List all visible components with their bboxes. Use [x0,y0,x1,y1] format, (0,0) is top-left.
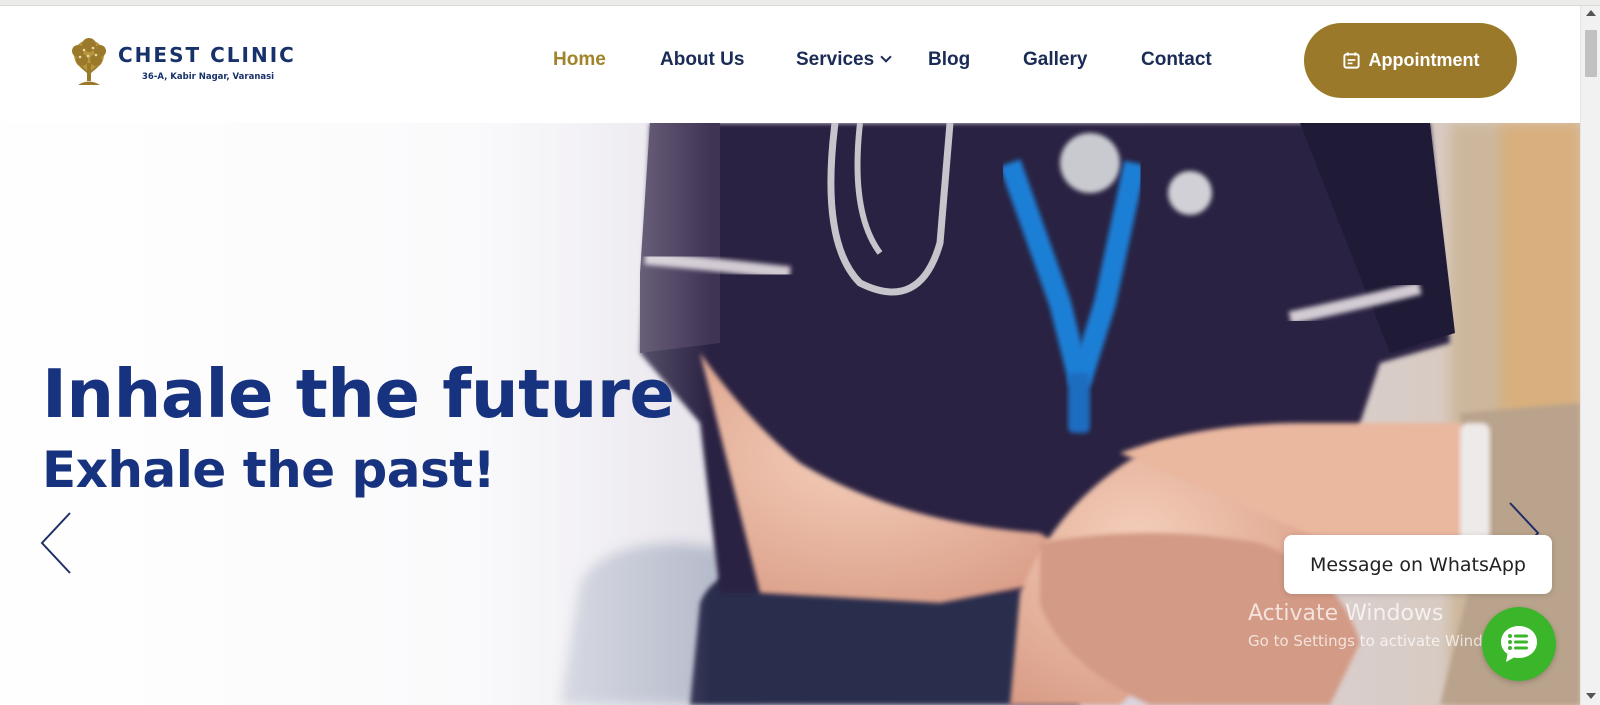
whatsapp-message-bubble[interactable]: Message on WhatsApp [1284,535,1552,594]
tree-logo-icon [72,38,106,85]
chat-list-icon [1501,626,1537,662]
nav-blog[interactable]: Blog [928,49,970,71]
brand-name: CHEST CLINIC [118,43,296,67]
chevron-left-icon[interactable] [38,511,74,575]
hero-headline-line1: Inhale the future [42,355,675,433]
activate-windows-watermark: Activate Windows Go to Settings to activ… [1248,601,1517,650]
scroll-up-arrow-icon[interactable] [1586,10,1596,16]
activate-windows-subtitle: Go to Settings to activate Windows. [1248,632,1517,650]
appointment-label: Appointment [1368,50,1480,70]
calendar-icon [1342,52,1360,69]
nav-services[interactable]: Services [796,49,892,71]
hero-headline-line2: Exhale the past! [42,441,496,499]
nav-contact[interactable]: Contact [1141,49,1212,71]
scroll-down-arrow-icon[interactable] [1586,693,1596,699]
chevron-down-icon [880,51,892,63]
vertical-scrollbar[interactable] [1580,6,1600,705]
brand-address: 36-A, Kabir Nagar, Varanasi [142,72,275,82]
site-header: CHEST CLINIC 36-A, Kabir Nagar, Varanasi… [0,6,1580,123]
activate-windows-title: Activate Windows [1248,601,1444,626]
nav-about-us[interactable]: About Us [660,49,744,71]
nav-services-label: Services [796,49,875,70]
page: CHEST CLINIC 36-A, Kabir Nagar, Varanasi… [0,6,1580,705]
hero-slider: Inhale the future Exhale the past! Messa… [0,123,1580,705]
brand-logo[interactable]: CHEST CLINIC 36-A, Kabir Nagar, Varanasi [66,37,296,93]
nav-home[interactable]: Home [553,49,606,71]
scrollbar-thumb[interactable] [1585,30,1597,77]
nav-gallery[interactable]: Gallery [1023,49,1087,71]
whatsapp-chat-button[interactable] [1482,607,1556,681]
appointment-button[interactable]: Appointment [1304,23,1517,98]
